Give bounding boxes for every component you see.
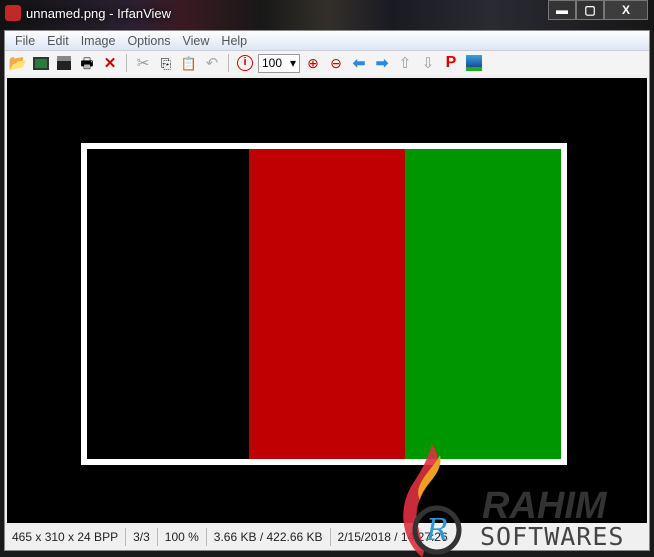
irfanview-logo-icon[interactable] (464, 53, 484, 73)
window-title: unnamed.png - IrfanView (26, 6, 172, 21)
last-image-icon[interactable]: ⇩ (418, 53, 438, 73)
save-icon[interactable] (54, 53, 74, 73)
zoom-out-icon[interactable]: ⊖ (326, 53, 346, 73)
displayed-image (81, 143, 567, 465)
separator (228, 54, 229, 72)
status-datetime: 2/15/2018 / 14:27:26 (337, 530, 448, 544)
menu-view[interactable]: View (177, 34, 216, 48)
info-icon[interactable]: i (235, 53, 255, 73)
status-index: 3/3 (126, 528, 158, 546)
slideshow-icon[interactable] (31, 53, 51, 73)
flag-stripe-red (249, 149, 405, 459)
title-bar: unnamed.png - IrfanView ▬ ▢ X (0, 0, 654, 30)
paint-icon[interactable]: P (441, 53, 461, 73)
flag-stripe-black (87, 149, 250, 459)
zoom-select[interactable]: 100 ▾ (258, 53, 300, 73)
app-frame: File Edit Image Options View Help 📂 🖶 ✕ … (4, 30, 650, 551)
menu-edit[interactable]: Edit (41, 34, 75, 48)
previous-image-icon[interactable]: ⬅ (349, 53, 369, 73)
separator (126, 54, 127, 72)
status-filesize: 3.66 KB / 422.66 KB (207, 528, 331, 546)
cut-icon[interactable]: ✂ (133, 53, 153, 73)
first-image-icon[interactable]: ⇧ (395, 53, 415, 73)
menu-bar: File Edit Image Options View Help (5, 31, 649, 51)
zoom-value: 100 (262, 56, 283, 70)
print-icon[interactable]: 🖶 (77, 53, 97, 73)
menu-help[interactable]: Help (215, 34, 253, 48)
status-zoom: 100 % (158, 528, 207, 546)
image-viewport[interactable] (7, 78, 647, 523)
chevron-down-icon: ▾ (289, 56, 296, 70)
paste-icon[interactable]: 📋 (179, 53, 199, 73)
close-button[interactable]: X (604, 0, 648, 20)
menu-image[interactable]: Image (75, 34, 122, 48)
undo-icon[interactable]: ↶ (202, 53, 222, 73)
open-folder-icon[interactable]: 📂 (8, 53, 28, 73)
status-dimensions: 465 x 310 x 24 BPP (5, 528, 127, 546)
flag-stripe-green (404, 149, 561, 459)
irfanview-app-icon (5, 5, 21, 21)
zoom-in-icon[interactable]: ⊕ (303, 53, 323, 73)
copy-icon[interactable]: ⎘ (156, 53, 176, 73)
minimize-button[interactable]: ▬ (548, 0, 576, 20)
toolbar: 📂 🖶 ✕ ✂ ⎘ 📋 ↶ i 100 ▾ ⊕ ⊖ ⬅ ➡ ⇧ ⇩ P (5, 51, 649, 75)
maximize-button[interactable]: ▢ (576, 0, 604, 20)
next-image-icon[interactable]: ➡ (372, 53, 392, 73)
delete-icon[interactable]: ✕ (100, 53, 120, 73)
menu-file[interactable]: File (9, 34, 41, 48)
status-bar: 465 x 310 x 24 BPP 3/3 100 % 3.66 KB / 4… (5, 524, 649, 550)
menu-options[interactable]: Options (121, 34, 176, 48)
